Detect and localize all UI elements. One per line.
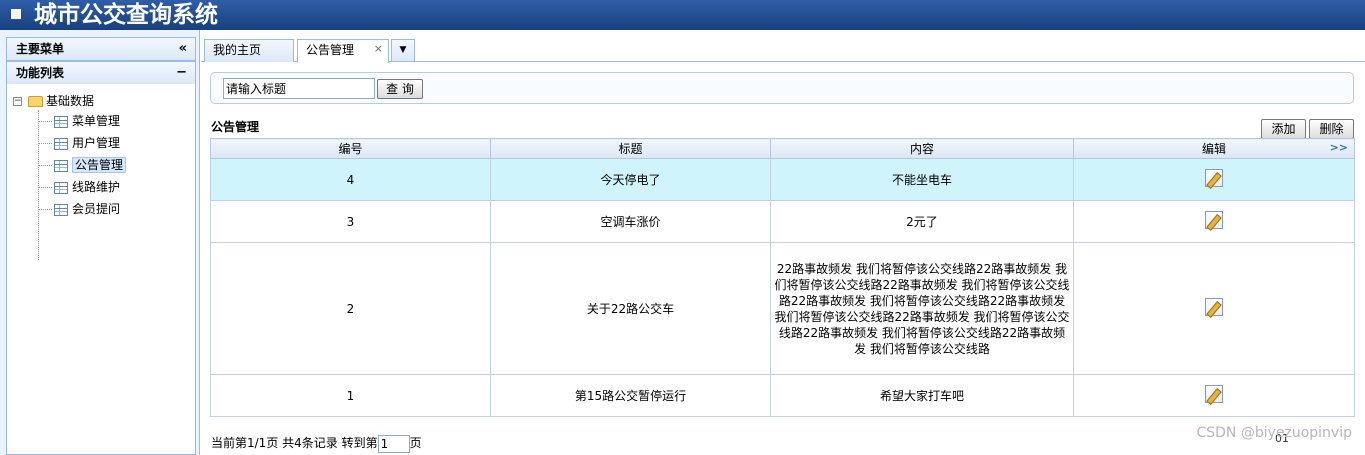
search-input[interactable] (223, 78, 375, 99)
table-row[interactable]: 3 空调车涨价 2元了 (210, 200, 1355, 243)
watermark: CSDN @biyezuopinvip (1196, 425, 1352, 441)
sidebar: 主要菜单 « 功能列表 − − 基础数据 菜单管理 用户管理 公告管理 线路维护 … (0, 30, 200, 455)
app-logo-icon (11, 9, 21, 19)
tab-bar: 我的主页 公告管理 × ▼ (201, 36, 1365, 63)
table-icon (54, 115, 68, 128)
page-jump-input[interactable] (377, 434, 410, 453)
table-icon (54, 137, 68, 150)
tab-home[interactable]: 我的主页 (204, 39, 294, 62)
close-icon[interactable]: × (374, 38, 383, 59)
column-header-id[interactable]: 编号 (210, 138, 491, 159)
sidebar-item-label: 公告管理 (72, 157, 127, 173)
column-header-title[interactable]: 标题 (490, 138, 771, 159)
pager-status: 当前第1/1页 共4条记录 转到第 (211, 436, 378, 450)
table-row[interactable]: 2 关于22路公交车 22路事故频发 我们将暂停该公交线路22路事故频发 我们将… (210, 242, 1355, 375)
sidebar-item-user-mgmt[interactable]: 用户管理 (38, 133, 120, 153)
sidebar-item-menu-mgmt[interactable]: 菜单管理 (38, 111, 120, 131)
folder-icon (28, 96, 43, 107)
tab-label: 我的主页 (213, 43, 262, 57)
table-row[interactable]: 4 今天停电了 不能坐电车 (210, 158, 1355, 201)
tree-collapse-icon[interactable]: − (13, 97, 22, 106)
add-button[interactable]: 添加 (1261, 119, 1306, 139)
column-header-content[interactable]: 内容 (770, 138, 1074, 159)
section-title: 公告管理 (211, 120, 260, 134)
chevron-down-icon: ▼ (399, 45, 407, 55)
main-menu-header[interactable]: 主要菜单 « (6, 37, 196, 61)
sidebar-item-notice-mgmt[interactable]: 公告管理 (38, 155, 127, 175)
minimize-icon[interactable]: − (176, 62, 187, 84)
func-list-header[interactable]: 功能列表 − (6, 61, 196, 85)
cell-edit (1073, 158, 1355, 201)
sidebar-item-label: 用户管理 (72, 136, 121, 150)
edit-icon[interactable] (1205, 211, 1223, 229)
table-icon (54, 203, 68, 216)
cell-content: 2元了 (770, 200, 1074, 243)
delete-button[interactable]: 删除 (1309, 119, 1354, 139)
table-row[interactable]: 1 第15路公交暂停运行 希望大家打车吧 (210, 374, 1355, 417)
cell-title: 第15路公交暂停运行 (490, 374, 771, 417)
tab-label: 公告管理 (306, 43, 355, 57)
sidebar-item-label: 线路维护 (72, 180, 121, 194)
search-button[interactable]: 查 询 (377, 79, 423, 99)
table-icon (54, 159, 68, 172)
sidebar-item-label: 会员提问 (72, 202, 121, 216)
cell-content: 希望大家打车吧 (770, 374, 1074, 417)
cell-id: 4 (210, 158, 491, 201)
app-title: 城市公交查询系统 (34, 2, 218, 28)
cell-id: 3 (210, 200, 491, 243)
tab-menu-button[interactable]: ▼ (391, 39, 415, 62)
cell-id: 2 (210, 242, 491, 375)
func-tree: − 基础数据 菜单管理 用户管理 公告管理 线路维护 会员提问 (6, 84, 196, 455)
search-panel: 查 询 (210, 72, 1354, 104)
cell-content: 22路事故频发 我们将暂停该公交线路22路事故频发 我们将暂停该公交线路22路事… (770, 242, 1074, 375)
func-list-title: 功能列表 (16, 66, 65, 80)
table-icon (54, 181, 68, 194)
collapse-icon[interactable]: « (179, 38, 187, 60)
sidebar-item-label: 菜单管理 (72, 114, 121, 128)
table-header-row: 编号 标题 内容 编辑 >> (210, 138, 1355, 159)
tree-root-basic-data[interactable]: − 基础数据 (13, 92, 94, 110)
cell-title: 空调车涨价 (490, 200, 771, 243)
sidebar-item-member-questions[interactable]: 会员提问 (38, 199, 120, 219)
tab-notice-mgmt[interactable]: 公告管理 × (297, 39, 389, 63)
cell-id: 1 (210, 374, 491, 417)
tree-root-label: 基础数据 (46, 94, 95, 108)
edit-icon[interactable] (1205, 169, 1223, 187)
cell-title: 今天停电了 (490, 158, 771, 201)
cell-edit (1073, 374, 1355, 417)
main-content: 查 询 公告管理 添加 删除 编号 标题 内容 编辑 >> 4 今天停电了 不能… (201, 62, 1365, 455)
expand-columns-icon[interactable]: >> (1330, 141, 1348, 154)
main-menu-title: 主要菜单 (16, 42, 65, 56)
app-header: 城市公交查询系统 (0, 0, 1365, 30)
cell-edit (1073, 242, 1355, 375)
column-header-edit[interactable]: 编辑 >> (1073, 138, 1355, 159)
edit-icon[interactable] (1205, 298, 1223, 316)
edit-icon[interactable] (1205, 385, 1223, 403)
cell-content: 不能坐电车 (770, 158, 1074, 201)
cell-title: 关于22路公交车 (490, 242, 771, 375)
notice-table: 编号 标题 内容 编辑 >> 4 今天停电了 不能坐电车 3 空调车涨价 2元了 (210, 138, 1355, 417)
pager-suffix: 页 (409, 436, 422, 450)
sidebar-item-route-maint[interactable]: 线路维护 (38, 177, 120, 197)
pager: 当前第1/1页 共4条记录 转到第 页 (211, 434, 422, 453)
cell-edit (1073, 200, 1355, 243)
